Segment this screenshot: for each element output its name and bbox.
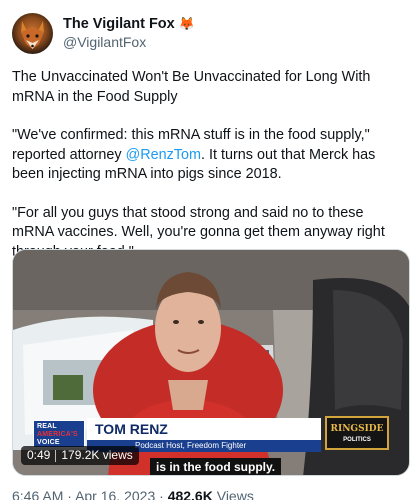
tweet-header: The Vigilant Fox 🦊 @VigilantFox: [12, 12, 195, 54]
meta-separator: ·: [159, 488, 164, 500]
tweet-paragraph-1: The Unvaccinated Won't Be Unvaccinated f…: [12, 69, 371, 105]
meta-separator: ·: [67, 488, 72, 500]
tweet-date[interactable]: Apr 16, 2023: [75, 488, 155, 500]
video-info-divider: [55, 449, 57, 462]
partner-logo-line1: RINGSIDE: [330, 424, 384, 434]
fox-avatar-icon: [21, 20, 44, 49]
video-views: 179.2K views: [61, 448, 133, 462]
channel-logo-line1: REAL: [37, 423, 57, 430]
author-handle[interactable]: @VigilantFox: [63, 33, 195, 52]
channel-logo: REAL AMERICA'S VOICE: [33, 420, 85, 448]
partner-logo: RINGSIDE POLITICS: [325, 416, 389, 450]
tweet-card: The Vigilant Fox 🦊 @VigilantFox The Unva…: [0, 0, 419, 500]
tweet-meta: 6:46 AM · Apr 16, 2023 · 482.6K Views: [12, 487, 254, 500]
video-info-badge: 0:49 179.2K views: [21, 446, 139, 465]
tweet-time[interactable]: 6:46 AM: [12, 488, 63, 500]
tweet-paragraph-2: "We've confirmed: this mRNA stuff is in …: [12, 126, 407, 185]
channel-logo-line2: AMERICA'S: [37, 431, 78, 438]
display-name-text[interactable]: The Vigilant Fox: [63, 15, 175, 33]
author-names: The Vigilant Fox 🦊 @VigilantFox: [63, 15, 195, 52]
tweet-text: The Unvaccinated Won't Be Unvaccinated f…: [12, 68, 407, 262]
display-name[interactable]: The Vigilant Fox 🦊: [63, 15, 195, 33]
views-label: Views: [216, 488, 254, 500]
partner-logo-line2: POLITICS: [343, 437, 371, 443]
video-caption: is in the food supply.: [150, 458, 282, 475]
avatar[interactable]: [12, 12, 53, 54]
lower-third-name: TOM RENZ: [87, 418, 321, 440]
video-player[interactable]: REAL AMERICA'S VOICE TOM RENZ Podcast Ho…: [12, 249, 410, 476]
video-duration: 0:49: [27, 448, 51, 462]
views-count[interactable]: 482.6K: [168, 488, 213, 500]
mention-link[interactable]: @RenzTom: [126, 147, 201, 163]
fox-emoji-icon: 🦊: [178, 15, 195, 31]
